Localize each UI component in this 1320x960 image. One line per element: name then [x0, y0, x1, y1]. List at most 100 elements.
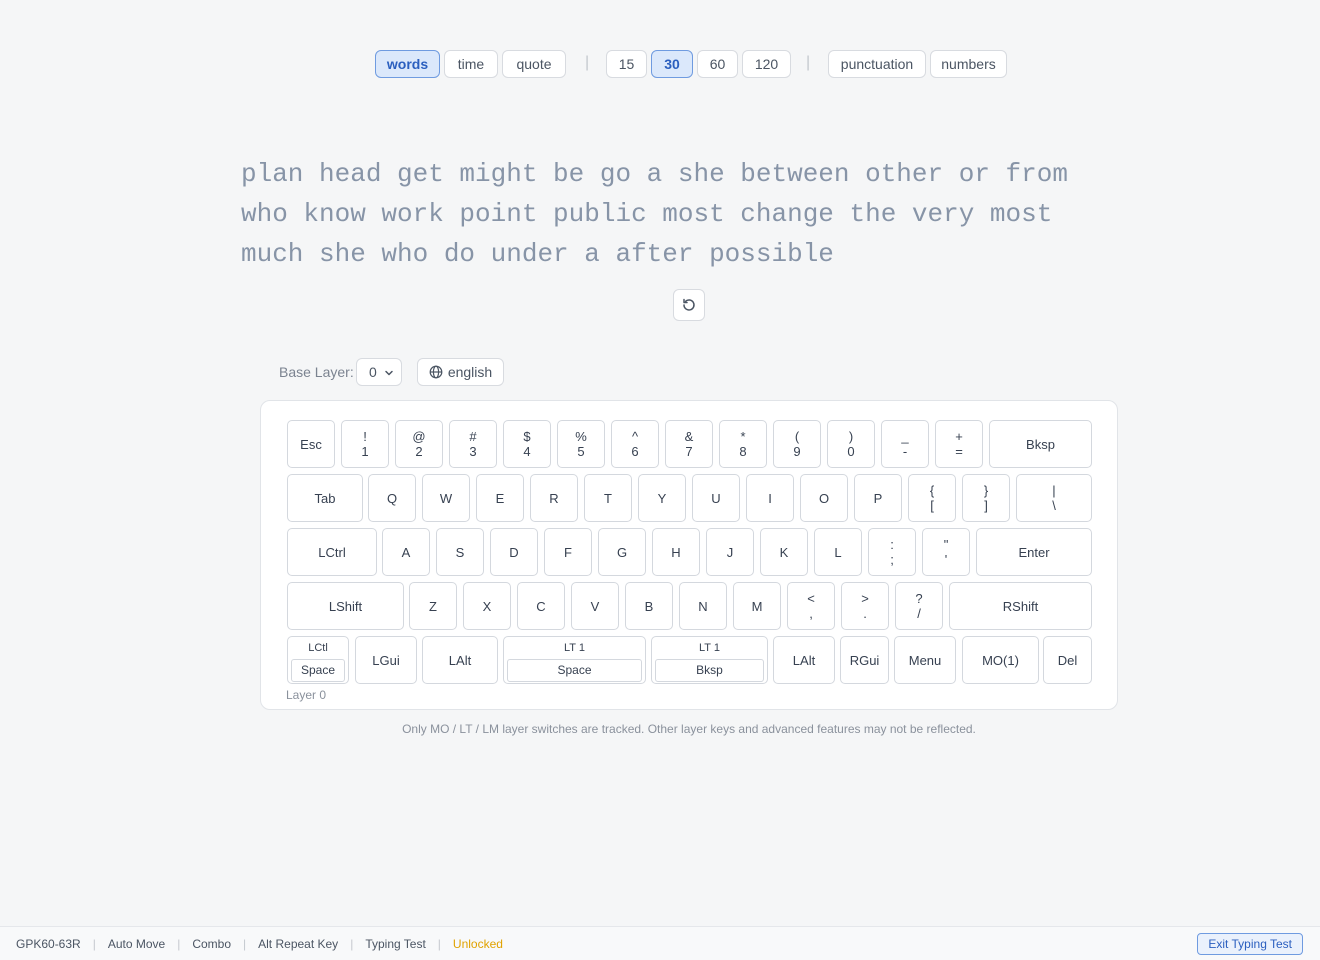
- count-30-button[interactable]: 30: [651, 50, 693, 78]
- key-lshift[interactable]: LShift: [287, 582, 404, 630]
- key-base-label: ]: [984, 498, 988, 513]
- key-g[interactable]: G: [598, 528, 646, 576]
- key-a[interactable]: A: [382, 528, 430, 576]
- key-colon-sym[interactable]: :;: [868, 528, 916, 576]
- key-label: Enter: [1018, 544, 1050, 560]
- key-menu[interactable]: Menu: [894, 636, 956, 684]
- key-shift-label: (: [794, 429, 800, 444]
- key-dollar-4[interactable]: $4: [503, 420, 551, 468]
- key-u[interactable]: U: [692, 474, 740, 522]
- key-x[interactable]: X: [463, 582, 511, 630]
- punctuation-toggle[interactable]: punctuation: [828, 50, 926, 78]
- key-rshift[interactable]: RShift: [949, 582, 1092, 630]
- key-percent-5[interactable]: % 5: [557, 420, 605, 468]
- mode-time-button[interactable]: time: [444, 50, 498, 78]
- key-base-label: ;: [890, 552, 894, 567]
- key-base-label: 4: [523, 444, 531, 459]
- key-exclaim-1[interactable]: ! 1: [341, 420, 389, 468]
- key-label: U: [711, 490, 721, 506]
- key-mo-1[interactable]: MO(1): [962, 636, 1039, 684]
- key-shift-label: |: [1052, 483, 1056, 498]
- status-alt-repeat-key: Alt Repeat Key: [258, 937, 339, 951]
- key-lt-sym[interactable]: <,: [787, 582, 835, 630]
- layer-caption: Layer 0: [286, 688, 327, 702]
- mode-words-button[interactable]: words: [375, 50, 440, 78]
- key-s[interactable]: S: [436, 528, 484, 576]
- language-button[interactable]: english: [417, 358, 504, 386]
- key-plus-sym[interactable]: + =: [935, 420, 983, 468]
- key-label: Tab: [314, 490, 336, 506]
- key-question-sym[interactable]: ? /: [895, 582, 943, 630]
- globe-icon: [429, 365, 443, 379]
- count-120-button[interactable]: 120: [742, 50, 791, 78]
- key-d[interactable]: D: [490, 528, 538, 576]
- key-at-2[interactable]: @2: [395, 420, 443, 468]
- key-y[interactable]: Y: [638, 474, 686, 522]
- key-quote-sym[interactable]: " ': [922, 528, 970, 576]
- key-rgui[interactable]: RGui: [840, 636, 889, 684]
- count-15-button[interactable]: 15: [606, 50, 647, 78]
- key-label: K: [779, 544, 789, 560]
- key-v[interactable]: V: [571, 582, 619, 630]
- key-lgui[interactable]: LGui: [355, 636, 417, 684]
- key-lparen-9[interactable]: (9: [773, 420, 821, 468]
- key-t[interactable]: T: [584, 474, 632, 522]
- key-lctrl[interactable]: LCtrl: [287, 528, 377, 576]
- numbers-toggle[interactable]: numbers: [930, 50, 1007, 78]
- key-f[interactable]: F: [544, 528, 592, 576]
- key-lctl-space[interactable]: LCtl Space: [287, 636, 349, 684]
- key-shift-label: ^: [631, 429, 639, 444]
- key-j[interactable]: J: [706, 528, 754, 576]
- base-layer-select[interactable]: 0: [356, 358, 402, 386]
- mode-bar: words time quote | 15 30 60 120 | punctu…: [0, 50, 1320, 80]
- key-label: Z: [429, 598, 437, 614]
- key-underscore-sym[interactable]: _ -: [881, 420, 929, 468]
- key-n[interactable]: N: [679, 582, 727, 630]
- key-lalt[interactable]: LAlt: [422, 636, 498, 684]
- key-e[interactable]: E: [476, 474, 524, 522]
- key-enter[interactable]: Enter: [976, 528, 1092, 576]
- key-del[interactable]: Del: [1043, 636, 1092, 684]
- key-lt-1-bksp[interactable]: LT 1 Bksp: [651, 636, 768, 684]
- key-gt-sym[interactable]: >.: [841, 582, 889, 630]
- key-rbrace-sym[interactable]: }]: [962, 474, 1010, 522]
- key-lbrace-sym[interactable]: {[: [908, 474, 956, 522]
- key-hash-3[interactable]: #3: [449, 420, 497, 468]
- key-label: T: [604, 490, 612, 506]
- key-ampersand-7[interactable]: & 7: [665, 420, 713, 468]
- key-esc[interactable]: Esc: [287, 420, 335, 468]
- status-items: GPK60-63R | Auto Move | Combo | Alt Repeat Key…: [16, 937, 503, 951]
- key-rparen-0[interactable]: ) 0: [827, 420, 875, 468]
- key-label: Menu: [908, 652, 942, 668]
- key-q[interactable]: Q: [368, 474, 416, 522]
- key-label: O: [818, 490, 830, 506]
- key-w[interactable]: W: [422, 474, 470, 522]
- key-base-label: ': [944, 552, 948, 567]
- status-divider: |: [92, 937, 96, 951]
- key-h[interactable]: H: [652, 528, 700, 576]
- key-tab[interactable]: Tab: [287, 474, 363, 522]
- key-p[interactable]: P: [854, 474, 902, 522]
- exit-typing-test-button[interactable]: Exit Typing Test: [1197, 933, 1303, 955]
- key-lt-1-space[interactable]: LT 1 Space: [503, 636, 646, 684]
- count-60-button[interactable]: 60: [697, 50, 738, 78]
- status-auto-move: Auto Move: [107, 937, 166, 951]
- key-z[interactable]: Z: [409, 582, 457, 630]
- key-k[interactable]: K: [760, 528, 808, 576]
- key-o[interactable]: O: [800, 474, 848, 522]
- key-lalt[interactable]: LAlt: [773, 636, 835, 684]
- mode-quote-button[interactable]: quote: [502, 50, 566, 78]
- restart-button[interactable]: [673, 289, 705, 321]
- key-pipe-sym[interactable]: | \: [1016, 474, 1092, 522]
- key-i[interactable]: I: [746, 474, 794, 522]
- key-base-label: 8: [739, 444, 747, 459]
- key-caret-6[interactable]: ^ 6: [611, 420, 659, 468]
- key-c[interactable]: C: [517, 582, 565, 630]
- typing-test-words[interactable]: plan head get might be go a she between …: [241, 154, 1121, 274]
- key-m[interactable]: M: [733, 582, 781, 630]
- key-b[interactable]: B: [625, 582, 673, 630]
- key-l[interactable]: L: [814, 528, 862, 576]
- key-bksp[interactable]: Bksp: [989, 420, 1092, 468]
- key-asterisk-8[interactable]: * 8: [719, 420, 767, 468]
- key-r[interactable]: R: [530, 474, 578, 522]
